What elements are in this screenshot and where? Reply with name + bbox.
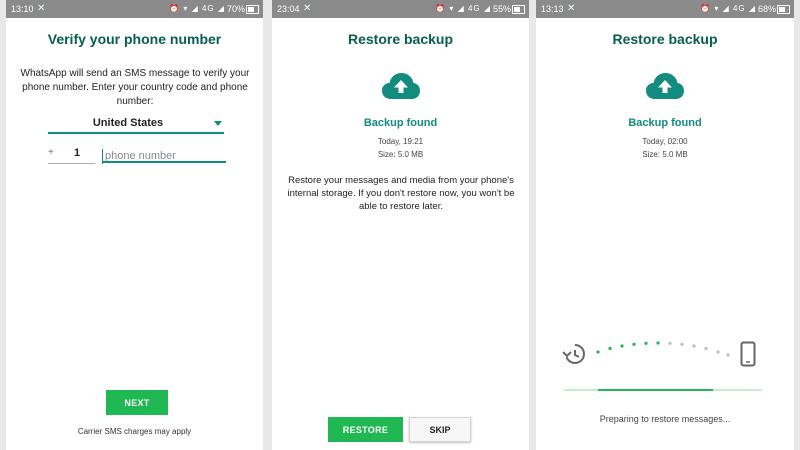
battery-percent: 70% (226, 4, 245, 14)
backup-date: Today, 19:21 (377, 137, 424, 146)
status-bar: 13:13 ✕ ⏰ ▾ ◢ 4G ◢ 68% (536, 0, 794, 18)
cloud-upload-icon (646, 73, 684, 99)
backup-size: Size: 5.0 MB (642, 150, 688, 159)
caret-down-icon (214, 121, 222, 126)
restore-progress-screen: 13:13 ✕ ⏰ ▾ ◢ 4G ◢ 68% Restore backup Ba… (536, 0, 794, 450)
system-icons: ⏰ ▾ ◢ 4G ◢ (169, 4, 225, 13)
status-time: 13:13 (541, 4, 564, 14)
restore-progress-fill (598, 389, 713, 391)
country-code-value: 1 (74, 147, 81, 159)
plus-prefix: + (48, 147, 54, 158)
status-time: 13:10 (11, 4, 34, 14)
carrier-charges-note: Carrier SMS charges may apply (77, 427, 192, 436)
country-code-field[interactable]: + 1 (48, 146, 95, 164)
country-value: United States (92, 117, 164, 129)
restore-description: Restore your messages and media from you… (287, 175, 515, 212)
restore-button[interactable]: RESTORE (328, 417, 403, 442)
country-select[interactable]: United States (48, 116, 224, 134)
backup-size: Size: 5.0 MB (377, 150, 424, 159)
restore-backup-screen: 23:04 ✕ ⏰ ▾ ◢ 4G ◢ 55% Restore backup Ba… (272, 0, 529, 450)
cloud-upload-icon (382, 73, 420, 99)
backup-date: Today, 02:00 (642, 137, 688, 146)
status-bar: 23:04 ✕ ⏰ ▾ ◢ 4G ◢ 55% (272, 0, 529, 18)
next-button[interactable]: NEXT (106, 390, 168, 415)
battery-icon (512, 5, 525, 14)
battery-icon (246, 5, 259, 14)
notification-icon: ✕ (567, 3, 576, 14)
battery-icon (777, 5, 790, 14)
smartphone-icon (740, 341, 756, 367)
notification-icon: ✕ (303, 3, 312, 14)
restore-progress-bar (564, 389, 762, 391)
page-title: Restore backup (612, 31, 718, 47)
phone-number-input[interactable] (102, 148, 223, 164)
status-time: 23:04 (277, 4, 300, 14)
skip-button[interactable]: SKIP (409, 417, 471, 442)
system-icons: ⏰ ▾ ◢ 4G ◢ (700, 4, 756, 13)
backup-found-label: Backup found (363, 117, 438, 129)
backup-found-label: Backup found (628, 117, 702, 129)
page-title: Restore backup (347, 31, 454, 47)
status-bar: 13:10 ✕ ⏰ ▾ ◢ 4G ◢ 70% (6, 0, 263, 18)
notification-icon: ✕ (37, 3, 46, 14)
page-title: Verify your phone number (47, 31, 222, 47)
phone-number-field (102, 146, 226, 164)
system-icons: ⏰ ▾ ◢ 4G ◢ (435, 4, 491, 13)
preparing-status: Preparing to restore messages... (599, 414, 731, 424)
verify-phone-screen: 13:10 ✕ ⏰ ▾ ◢ 4G ◢ 70% Verify your phone… (6, 0, 263, 450)
battery-percent: 55% (492, 4, 511, 14)
verify-description: WhatsApp will send an SMS message to ver… (20, 68, 250, 107)
battery-percent: 68% (757, 4, 776, 14)
